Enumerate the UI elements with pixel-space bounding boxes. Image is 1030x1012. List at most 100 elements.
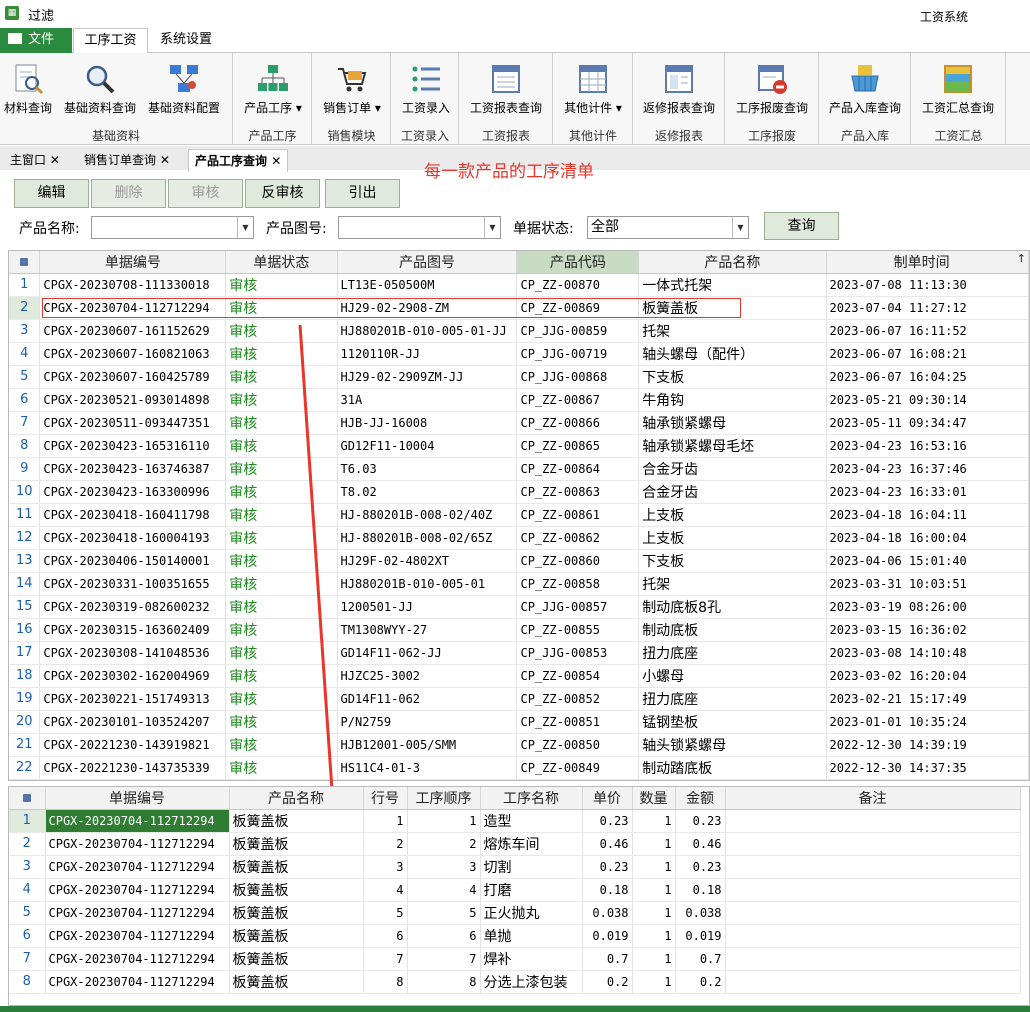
table-cell[interactable]: GD12F11-10004 [337,434,518,458]
table-cell[interactable]: 打磨 [480,878,583,902]
doc-tab-main-window[interactable]: 主窗口 ✕ [4,149,66,172]
table-cell[interactable]: CPGX-20230418-160411798 [39,503,227,527]
table-cell[interactable]: 2023-06-07 16:04:25 [826,365,1029,389]
table-cell[interactable]: 4 [363,878,408,902]
table-cell[interactable]: CPGX-20230704-112712294 [45,901,230,925]
table-cell[interactable]: 1 [632,970,676,994]
table-cell[interactable]: 单抛 [480,924,583,948]
table-cell[interactable]: CPGX-20230319-082600232 [39,595,227,619]
table-cell[interactable]: CPGX-20230423-163746387 [39,457,227,481]
row-number[interactable]: 2 [9,296,41,320]
table-row[interactable]: 7 CPGX-20230511-093447351 审核 HJB-JJ-16008 CP… [9,411,1029,435]
table-cell[interactable]: CPGX-20230607-160425789 [39,365,227,389]
row-number[interactable]: 5 [9,365,41,389]
table-cell[interactable]: 2023-04-23 16:33:01 [826,480,1029,504]
table-cell[interactable]: 轴承锁紧螺母 [638,411,827,435]
table-row[interactable]: 7 CPGX-20230704-112712294 板簧盖板 7 7 焊补 0.7 1 0.7 [9,947,1021,971]
repair-report-query-button[interactable]: 返修报表查询 [639,59,719,116]
table-cell[interactable]: 板簧盖板 [229,809,364,833]
table-cell[interactable]: HJZC25-3002 [337,664,518,688]
tab-file[interactable]: 文件 [0,28,72,53]
table-cell[interactable]: 2022-12-30 14:39:19 [826,733,1029,757]
table-row[interactable]: 21 CPGX-20221230-143919821 审核 HJB12001-005/… [9,733,1029,757]
table-cell[interactable]: HJ880201B-010-005-01 [337,572,518,596]
table-cell[interactable]: CP_ZZ-00852 [516,687,640,711]
column-header[interactable]: 单据状态 [225,251,338,274]
table-cell[interactable]: 1 [632,809,676,833]
table-row[interactable]: 3 CPGX-20230607-161152629 审核 HJ880201B-010-… [9,319,1029,343]
row-number[interactable]: 7 [9,411,41,435]
table-cell[interactable]: 0.019 [582,924,633,948]
table-cell[interactable]: CP_ZZ-00865 [516,434,640,458]
row-number[interactable]: 14 [9,572,41,596]
table-cell[interactable]: HJ29-02-2909ZM-JJ [337,365,518,389]
table-cell[interactable]: 2023-06-07 16:08:21 [826,342,1029,366]
table-cell[interactable]: 板簧盖板 [229,947,364,971]
edit-button[interactable]: 编辑 [14,179,89,208]
table-cell[interactable]: 0.038 [675,901,726,925]
table-cell[interactable] [725,970,1021,994]
table-row[interactable]: 5 CPGX-20230704-112712294 板簧盖板 5 5 正火抛丸 0.038 1… [9,901,1021,925]
table-row[interactable]: 2 CPGX-20230704-112712294 板簧盖板 2 2 熔炼车间 0.46 1 0… [9,832,1021,856]
table-cell[interactable]: 2023-03-08 14:10:48 [826,641,1029,665]
table-cell[interactable]: 8 [407,970,481,994]
table-cell[interactable]: 板簧盖板 [229,855,364,879]
sales-order-button[interactable]: 销售订单 ▾ [317,59,387,116]
row-number[interactable]: 9 [9,457,41,481]
unapprove-button[interactable]: 反审核 [245,179,320,208]
table-cell[interactable]: CPGX-20230704-112712294 [45,855,230,879]
table-cell[interactable] [725,924,1021,948]
row-number[interactable]: 6 [9,388,41,412]
table-cell[interactable]: CPGX-20221230-143919821 [39,733,227,757]
table-cell[interactable]: CP_ZZ-00870 [516,273,640,297]
table-cell[interactable]: CPGX-20230511-093447351 [39,411,227,435]
table-cell[interactable]: 0.038 [582,901,633,925]
table-cell[interactable]: CP_ZZ-00867 [516,388,640,412]
table-row[interactable]: 8 CPGX-20230704-112712294 板簧盖板 8 8 分选上漆包装 0.2 1… [9,970,1021,994]
table-cell[interactable]: 一体式托架 [638,273,827,297]
table-cell[interactable]: CP_ZZ-00866 [516,411,640,435]
table-cell[interactable]: 1 [632,924,676,948]
column-header[interactable]: 数量 [632,787,676,810]
table-cell[interactable]: 轴头螺母（配件） [638,342,827,366]
table-cell[interactable]: CP_ZZ-00849 [516,756,640,780]
table-cell[interactable]: 2023-03-02 16:20:04 [826,664,1029,688]
table-cell[interactable]: 造型 [480,809,583,833]
table-cell[interactable]: 焊补 [480,947,583,971]
table-cell[interactable]: 板簧盖板 [229,832,364,856]
drawing-no-combo[interactable]: ▼ [338,216,501,239]
close-icon[interactable]: ✕ [50,153,60,167]
table-cell[interactable]: CPGX-20230704-112712294 [45,924,230,948]
table-cell[interactable]: 下支板 [638,549,827,573]
table-cell[interactable]: 7 [363,947,408,971]
table-cell[interactable]: CPGX-20230302-162004969 [39,664,227,688]
table-cell[interactable]: CPGX-20230423-165316110 [39,434,227,458]
table-row[interactable]: 4 CPGX-20230607-160821063 审核 1120110R-JJ CP_… [9,342,1029,366]
row-number[interactable]: 20 [9,710,41,734]
table-cell[interactable]: 2023-04-18 16:00:04 [826,526,1029,550]
table-cell[interactable]: HJ-880201B-008-02/65Z [337,526,518,550]
dropdown-arrow-icon[interactable]: ▼ [237,217,253,238]
row-number[interactable]: 5 [9,901,46,925]
table-cell[interactable]: 0.46 [582,832,633,856]
table-cell[interactable]: 5 [363,901,408,925]
table-cell[interactable] [725,947,1021,971]
row-number[interactable]: 7 [9,947,46,971]
table-row[interactable]: 1 CPGX-20230708-111330018 审核 LT13E-050500M C… [9,273,1029,297]
table-cell[interactable]: CP_ZZ-00864 [516,457,640,481]
column-header[interactable]: 单据编号 [39,251,227,274]
table-cell[interactable]: HJB-JJ-16008 [337,411,518,435]
table-row[interactable]: 12 CPGX-20230418-160004193 审核 HJ-880201B-00… [9,526,1029,550]
row-number[interactable]: 3 [9,855,46,879]
table-cell[interactable]: 6 [407,924,481,948]
table-cell[interactable]: GD14F11-062-JJ [337,641,518,665]
table-row[interactable]: 17 CPGX-20230308-141048536 审核 GD14F11-062-J… [9,641,1029,665]
row-number[interactable]: 12 [9,526,41,550]
table-cell[interactable]: CPGX-20230708-111330018 [39,273,227,297]
table-cell[interactable]: 制动底板8孔 [638,595,827,619]
column-header[interactable]: 产品名称 [638,251,827,274]
table-cell[interactable]: 2022-12-30 14:37:35 [826,756,1029,780]
table-cell[interactable]: 0.7 [582,947,633,971]
table-cell[interactable]: 7 [407,947,481,971]
row-number[interactable]: 15 [9,595,41,619]
